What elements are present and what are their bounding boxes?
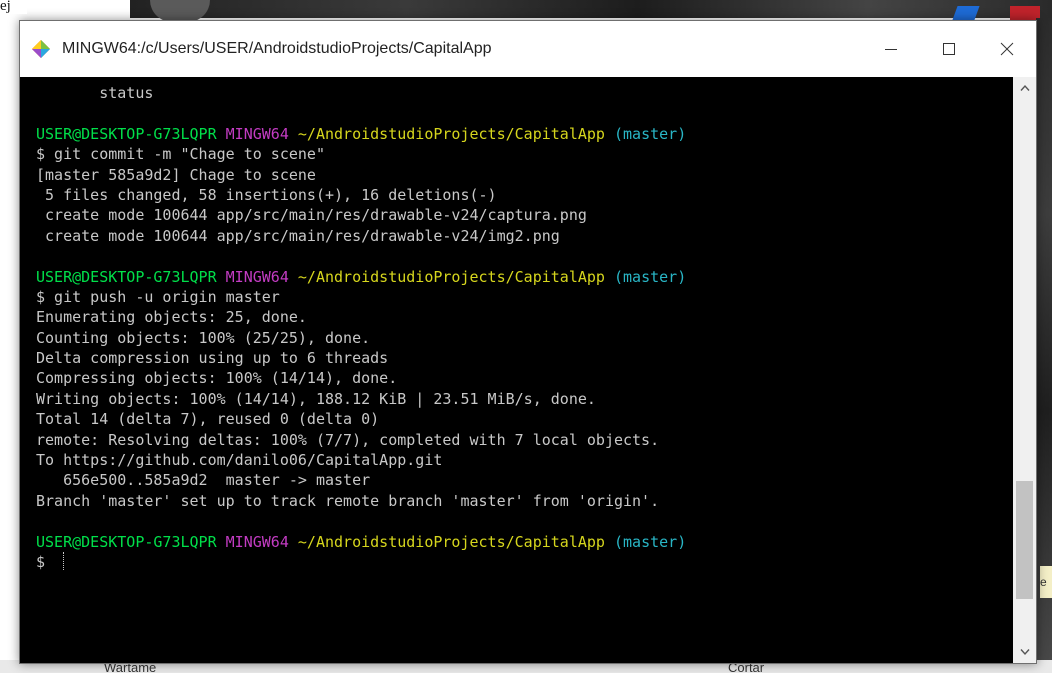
terminal-output-line: To https://github.com/danilo06/CapitalAp… [36, 451, 443, 470]
window-title: MINGW64:/c/Users/USER/AndroidstudioProje… [62, 40, 492, 57]
terminal-output-line: Total 14 (delta 7), reused 0 (delta 0) [36, 410, 380, 429]
terminal-output-line: create mode 100644 app/src/main/res/draw… [36, 226, 560, 245]
page-caption: ej [0, 0, 27, 14]
prompt-system: MINGW64 [225, 532, 289, 551]
terminal-output-line: Compressing objects: 100% (14/14), done. [36, 369, 398, 388]
prompt-system: MINGW64 [225, 124, 289, 143]
terminal-prompt-line: USER@DESKTOP-G73LQPR MINGW64 ~/Androidst… [36, 532, 1013, 552]
prompt-symbol: $ [36, 552, 55, 571]
chevron-up-icon [1019, 84, 1030, 91]
git-bash-icon [32, 40, 50, 58]
vertical-scrollbar[interactable] [1013, 77, 1036, 663]
terminal-output-line: Writing objects: 100% (14/14), 188.12 Ki… [36, 389, 596, 408]
terminal-window[interactable]: MINGW64:/c/Users/USER/AndroidstudioProje… [19, 20, 1037, 664]
prompt-branch: (master) [613, 267, 687, 286]
terminal-output-line: Delta compression using up to 6 threads [36, 349, 389, 368]
desktop-background: e Wartame Cortar ej MINGW64:/c/Users/USE… [0, 0, 1052, 673]
terminal-output-line: create mode 100644 app/src/main/res/draw… [36, 206, 587, 225]
prompt-path: ~/AndroidstudioProjects/CapitalApp [297, 124, 605, 143]
desktop-wallpaper-shape [150, 0, 210, 22]
maximize-icon [943, 43, 955, 55]
prompt-path: ~/AndroidstudioProjects/CapitalApp [297, 267, 605, 286]
terminal-output-line: $ git push -u origin master [36, 287, 280, 306]
terminal-output-line: $ git commit -m "Chage to scene" [36, 145, 325, 164]
terminal-output-line: Branch 'master' set up to track remote b… [36, 491, 660, 510]
terminal-output-line: 5 files changed, 58 insertions(+), 16 de… [36, 185, 497, 204]
prompt-user-host: USER@DESKTOP-G73LQPR [36, 267, 217, 286]
terminal-lines: status USER@DESKTOP-G73LQPR MINGW64 ~/An… [36, 83, 1013, 572]
terminal-output[interactable]: status USER@DESKTOP-G73LQPR MINGW64 ~/An… [20, 77, 1013, 663]
desktop-wallpaper-top [130, 0, 1052, 18]
chevron-down-icon [1019, 649, 1030, 656]
prompt-branch: (master) [613, 532, 687, 551]
prompt-path: ~/AndroidstudioProjects/CapitalApp [297, 532, 605, 551]
background-window-fragment: e [1040, 566, 1052, 598]
scroll-down-button[interactable] [1013, 641, 1036, 663]
prompt-user-host: USER@DESKTOP-G73LQPR [36, 532, 217, 551]
prompt-branch: (master) [613, 124, 687, 143]
terminal-output-line: Enumerating objects: 25, done. [36, 308, 307, 327]
close-icon [1000, 42, 1014, 56]
prompt-system: MINGW64 [225, 267, 289, 286]
maximize-button[interactable] [920, 21, 978, 77]
terminal-prompt-line: USER@DESKTOP-G73LQPR MINGW64 ~/Androidst… [36, 267, 1013, 287]
prompt-user-host: USER@DESKTOP-G73LQPR [36, 124, 217, 143]
terminal-output-line: Counting objects: 100% (25/25), done. [36, 328, 371, 347]
terminal-prompt-line: USER@DESKTOP-G73LQPR MINGW64 ~/Androidst… [36, 124, 1013, 144]
title-bar[interactable]: MINGW64:/c/Users/USER/AndroidstudioProje… [20, 21, 1036, 77]
scrollbar-thumb[interactable] [1016, 480, 1033, 599]
close-button[interactable] [978, 21, 1036, 77]
scroll-up-button[interactable] [1013, 77, 1036, 99]
terminal-output-line: 656e500..585a9d2 master -> master [36, 471, 371, 490]
terminal-output-line: remote: Resolving deltas: 100% (7/7), co… [36, 430, 660, 449]
minimize-button[interactable] [862, 21, 920, 77]
text-cursor [54, 551, 65, 570]
terminal-output-line: status [36, 84, 154, 102]
terminal-input-line[interactable]: $ [36, 551, 1013, 572]
minimize-icon [885, 49, 897, 50]
terminal-output-line: [master 585a9d2] Chage to scene [36, 165, 316, 184]
